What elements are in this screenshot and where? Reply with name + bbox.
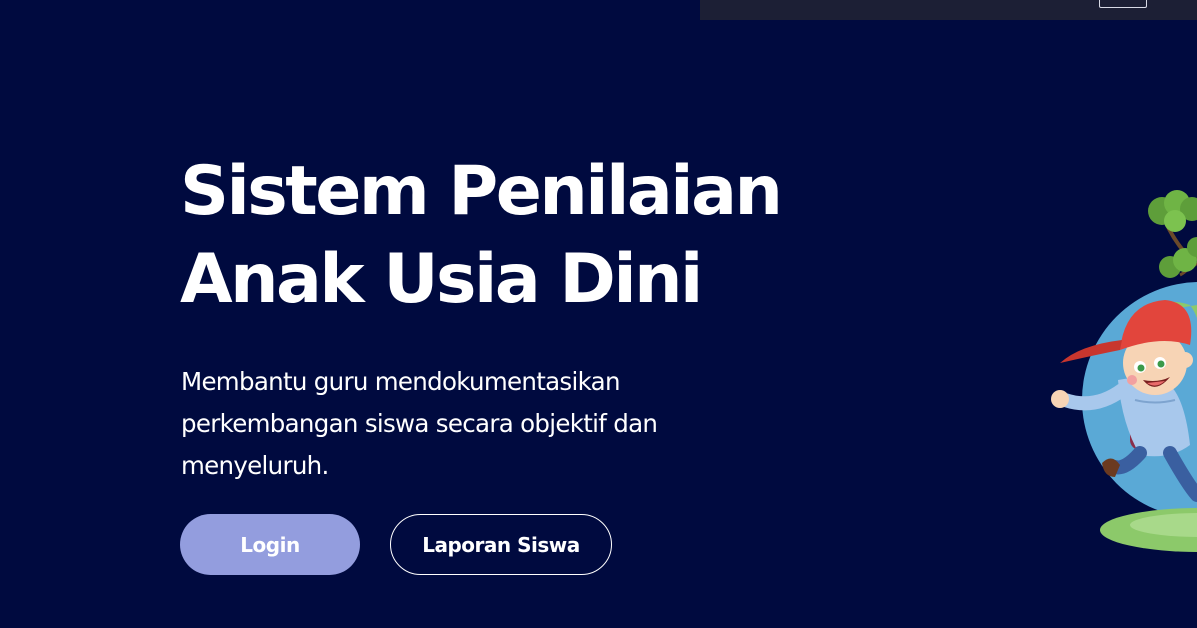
student-report-button[interactable]: Laporan Siswa — [390, 514, 612, 575]
login-button[interactable]: Login — [180, 514, 360, 575]
menu-toggle-button[interactable] — [1099, 0, 1147, 8]
hero-subtitle: Membantu guru mendokumentasikan perkemba… — [181, 367, 658, 480]
boy-running-globe-illustration — [1051, 190, 1197, 552]
hero-title: Sistem Penilaian Anak Usia Dini — [180, 148, 783, 324]
hero-illustration — [1040, 185, 1197, 560]
top-bar — [700, 0, 1197, 20]
hero-title-line-2: Anak Usia Dini — [180, 240, 703, 319]
hero-title-line-1: Sistem Penilaian — [180, 152, 783, 231]
